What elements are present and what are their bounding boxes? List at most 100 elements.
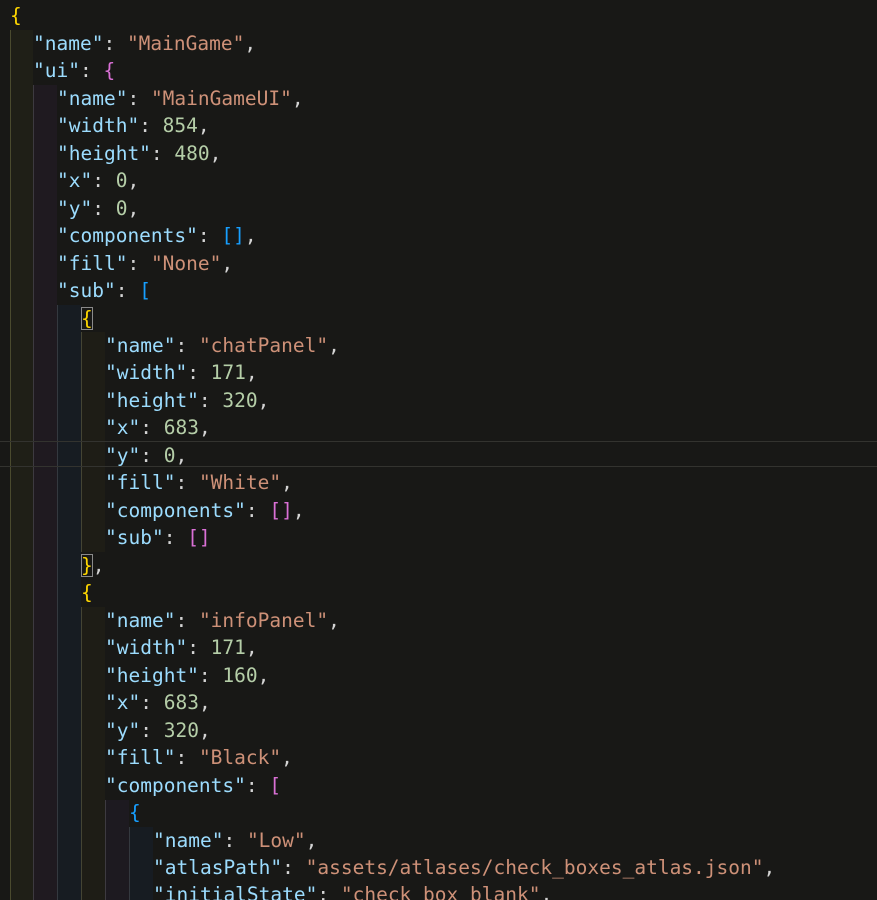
code-token: "name"	[33, 32, 104, 55]
code-token: "MainGameUI"	[150, 87, 292, 110]
code-line[interactable]: {	[81, 305, 93, 333]
code-token: "name"	[105, 334, 176, 357]
code-line[interactable]: "width": 171,	[105, 359, 258, 387]
code-line[interactable]: "width": 171,	[105, 634, 258, 662]
code-token: :	[198, 389, 223, 412]
code-line[interactable]: "components": [	[105, 772, 281, 800]
code-line[interactable]: "y": 320,	[105, 717, 211, 745]
code-token: :	[197, 224, 222, 247]
code-line[interactable]: "initialState": "check_box_blank",	[153, 881, 552, 900]
code-token: ,	[763, 856, 776, 879]
code-token: ,	[540, 883, 553, 900]
indent-guide-level4-b	[81, 607, 82, 900]
code-token: 320	[222, 389, 258, 412]
code-token: [	[269, 774, 282, 797]
code-token: :	[140, 444, 164, 467]
code-line[interactable]: "x": 683,	[105, 414, 211, 442]
code-token: "components"	[57, 224, 198, 247]
code-token: "y"	[105, 444, 141, 467]
code-line[interactable]: },	[81, 552, 105, 580]
code-token: "width"	[105, 361, 188, 384]
code-token: "fill"	[57, 252, 128, 275]
code-token: ,	[127, 197, 140, 220]
code-token: 0	[163, 444, 176, 467]
code-token: ,	[291, 87, 304, 110]
code-line[interactable]: "name": "MainGame",	[33, 30, 256, 58]
code-line[interactable]: "sub": [	[57, 277, 151, 305]
code-token: "fill"	[105, 746, 176, 769]
code-token: :	[115, 279, 140, 302]
code-token: 480	[174, 142, 210, 165]
code-token: :	[198, 664, 223, 687]
code-token: ,	[244, 224, 257, 247]
code-line[interactable]: "y": 0,	[105, 442, 187, 470]
code-token: "name"	[57, 87, 128, 110]
code-token: "x"	[105, 691, 141, 714]
code-token: "sub"	[57, 279, 116, 302]
code-token: 854	[162, 114, 198, 137]
code-line[interactable]: {	[81, 579, 93, 607]
code-token: "sub"	[105, 526, 164, 549]
code-token: "x"	[57, 169, 93, 192]
code-line[interactable]: {	[10, 2, 22, 30]
code-token: :	[92, 169, 116, 192]
indent-guide-level5	[105, 800, 106, 900]
code-token: "name"	[105, 609, 176, 632]
code-line[interactable]: "y": 0,	[57, 195, 139, 223]
code-line[interactable]: "name": "Low",	[153, 827, 317, 855]
indent-guide-level3	[57, 305, 58, 900]
code-token: :	[175, 609, 199, 632]
code-line[interactable]: "components": [],	[57, 222, 257, 250]
code-line[interactable]: "fill": "Black",	[105, 744, 293, 772]
code-token: :	[175, 334, 199, 357]
code-line[interactable]: "fill": "White",	[105, 469, 293, 497]
code-line[interactable]: "name": "MainGameUI",	[57, 85, 304, 113]
code-line[interactable]: "height": 480,	[57, 140, 221, 168]
code-token: ,	[127, 169, 140, 192]
code-line[interactable]: "ui": {	[33, 57, 115, 85]
code-token: ,	[92, 554, 105, 577]
code-line[interactable]: "height": 160,	[105, 662, 269, 690]
code-token: 683	[163, 416, 199, 439]
code-token: ,	[257, 664, 270, 687]
code-token: :	[317, 883, 341, 900]
code-line[interactable]: {	[129, 799, 141, 827]
code-line[interactable]: "x": 0,	[57, 167, 139, 195]
code-line[interactable]: "x": 683,	[105, 689, 211, 717]
code-token: "Black"	[198, 746, 282, 769]
code-token: 683	[163, 691, 199, 714]
code-token: "White"	[198, 471, 282, 494]
code-token: ,	[244, 32, 257, 55]
indent-band-level2	[33, 85, 57, 900]
code-token: "y"	[57, 197, 93, 220]
code-token: :	[163, 526, 188, 549]
indent-guide-level2	[33, 85, 34, 900]
code-token: :	[175, 471, 199, 494]
code-token: ,	[245, 636, 258, 659]
code-line[interactable]: "height": 320,	[105, 387, 269, 415]
code-token: {	[10, 4, 22, 27]
indent-band-level5	[105, 800, 129, 900]
code-token: "width"	[105, 636, 188, 659]
code-line[interactable]: "name": "chatPanel",	[105, 332, 340, 360]
code-token: 320	[163, 719, 199, 742]
code-token: :	[127, 87, 151, 110]
code-line[interactable]: "name": "infoPanel",	[105, 607, 340, 635]
code-line[interactable]: "atlasPath": "assets/atlases/check_boxes…	[153, 854, 775, 882]
code-token: :	[175, 746, 199, 769]
code-token: ,	[245, 361, 258, 384]
code-line[interactable]: "width": 854,	[57, 112, 210, 140]
code-token: "chatPanel"	[198, 334, 329, 357]
code-token: ,	[209, 142, 222, 165]
code-token: "Low"	[246, 829, 306, 852]
code-token: "components"	[105, 499, 246, 522]
code-token: :	[127, 252, 151, 275]
code-line[interactable]: "components": [],	[105, 497, 305, 525]
code-token: ,	[281, 471, 293, 494]
code-token: ,	[257, 389, 270, 412]
code-token: "components"	[105, 774, 246, 797]
code-line[interactable]: "fill": "None",	[57, 250, 233, 278]
code-editor[interactable]: {"name": "MainGame", "ui": {"name": "Main…	[0, 0, 877, 900]
code-token: ,	[328, 609, 340, 632]
code-line[interactable]: "sub": []	[105, 524, 211, 552]
